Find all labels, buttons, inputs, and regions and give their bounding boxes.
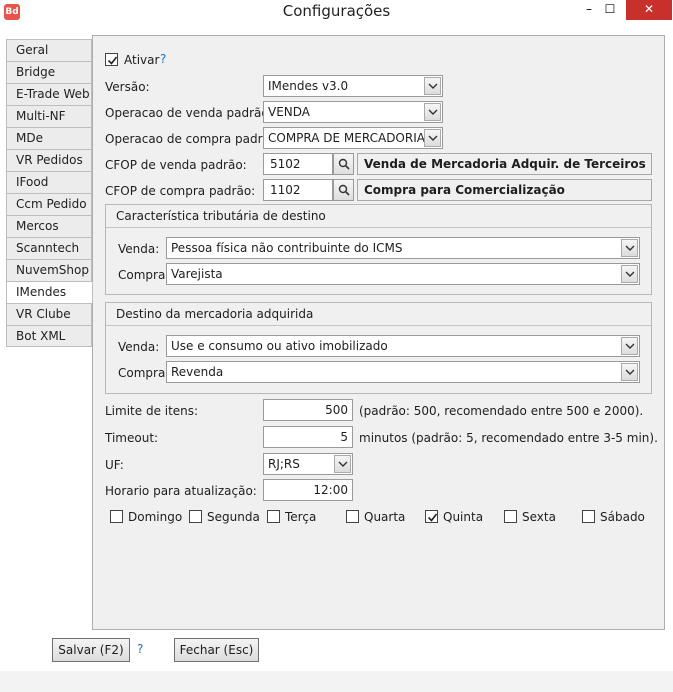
limite-hint: (padrão: 500, recomendado entre 500 e 20…	[359, 404, 644, 418]
checkmark-icon	[427, 513, 438, 522]
versao-select[interactable]: IMendes v3.0	[263, 75, 443, 97]
settings-panel: Ativar ? Versão: IMendes v3.0 Operacao d…	[92, 35, 665, 630]
tributaria-venda-value: Pessoa física não contribuinte do ICMS	[171, 241, 403, 255]
tab-list: Geral Bridge E-Trade Web Multi-NF MDe VR…	[6, 39, 93, 347]
sabado-checkbox[interactable]	[582, 510, 595, 523]
search-icon	[338, 184, 350, 196]
op-venda-label: Operacao de venda padrão:	[105, 106, 273, 120]
bottom-strip	[0, 671, 673, 692]
chevron-down-icon	[621, 363, 638, 381]
ativar-help-link[interactable]: ?	[160, 52, 166, 66]
domingo-checkbox[interactable]	[110, 510, 123, 523]
quinta-label: Quinta	[443, 510, 484, 524]
tab-geral[interactable]: Geral	[6, 39, 92, 61]
timeout-input[interactable]: 5	[263, 426, 353, 448]
quinta-checkbox[interactable]	[425, 510, 438, 523]
tab-bridge[interactable]: Bridge	[6, 61, 92, 83]
versao-label: Versão:	[105, 80, 150, 94]
cfop-venda-description: Venda de Mercadoria Adquir. de Terceiros	[357, 153, 652, 175]
checkmark-icon	[107, 56, 118, 65]
sexta-label: Sexta	[522, 510, 556, 524]
tab-etrade-web[interactable]: E-Trade Web	[6, 83, 92, 105]
destino-compra-select[interactable]: Revenda	[166, 361, 640, 383]
save-button[interactable]: Salvar (F2)	[52, 638, 130, 662]
tab-vr-pedidos[interactable]: VR Pedidos	[6, 149, 92, 171]
window-title: Configurações	[282, 2, 391, 20]
tributaria-compra-value: Varejista	[171, 267, 223, 281]
tributaria-group-title: Característica tributária de destino	[106, 205, 651, 228]
segunda-label: Segunda	[207, 510, 260, 524]
title-bar: Bd Configurações – ☐ ✕	[0, 0, 673, 26]
tributaria-compra-select[interactable]: Varejista	[166, 263, 640, 285]
uf-label: UF:	[105, 458, 124, 472]
cfop-venda-label: CFOP de venda padrão:	[105, 158, 247, 172]
tab-nuvemshop[interactable]: NuvemShop	[6, 259, 92, 281]
timeout-hint: minutos (padrão: 5, recomendado entre 3-…	[359, 431, 658, 445]
destino-venda-select[interactable]: Use e consumo ou ativo imobilizado	[166, 335, 640, 357]
horario-label: Horario para atualização:	[105, 484, 257, 498]
tab-mde[interactable]: MDe	[6, 127, 92, 149]
op-compra-label: Operacao de compra padrão:	[105, 132, 282, 146]
limite-label: Limite de itens:	[105, 404, 199, 418]
ativar-checkbox[interactable]	[105, 53, 118, 66]
ativar-label: Ativar	[124, 53, 160, 67]
save-help-link[interactable]: ?	[137, 642, 143, 656]
domingo-label: Domingo	[128, 510, 183, 524]
quarta-label: Quarta	[364, 510, 406, 524]
op-compra-select[interactable]: COMPRA DE MERCADORIA	[263, 127, 443, 149]
chevron-down-icon	[424, 129, 441, 147]
quarta-checkbox[interactable]	[346, 510, 359, 523]
terca-checkbox[interactable]	[267, 510, 280, 523]
destino-venda-value: Use e consumo ou ativo imobilizado	[171, 339, 388, 353]
segunda-checkbox[interactable]	[189, 510, 202, 523]
tab-multi-nf[interactable]: Multi-NF	[6, 105, 92, 127]
tributaria-group: Característica tributária de destino Ven…	[105, 204, 652, 295]
minimize-button[interactable]: –	[580, 0, 598, 20]
chevron-down-icon	[334, 455, 351, 473]
horario-input[interactable]: 12:00	[263, 479, 353, 501]
uf-select[interactable]: RJ;RS	[263, 453, 353, 475]
search-icon	[338, 158, 350, 170]
cfop-venda-input[interactable]: 5102	[263, 153, 333, 175]
destino-group-title: Destino da mercadoria adquirida	[106, 303, 651, 326]
terca-label: Terça	[285, 510, 317, 524]
tributaria-venda-label: Venda:	[118, 242, 160, 256]
chevron-down-icon	[424, 103, 441, 121]
tab-ccm-pedido[interactable]: Ccm Pedido	[6, 193, 92, 215]
destino-venda-label: Venda:	[118, 340, 160, 354]
cfop-compra-description: Compra para Comercialização	[357, 179, 652, 201]
op-venda-value: VENDA	[268, 105, 311, 119]
close-button[interactable]: ✕	[626, 0, 672, 20]
tab-mercos[interactable]: Mercos	[6, 215, 92, 237]
op-compra-value: COMPRA DE MERCADORIA	[268, 131, 425, 145]
chevron-down-icon	[621, 265, 638, 283]
tab-vr-clube[interactable]: VR Clube	[6, 303, 92, 325]
tributaria-compra-label: Compra:	[118, 268, 170, 282]
sabado-label: Sábado	[600, 510, 645, 524]
tab-bot-xml[interactable]: Bot XML	[6, 325, 92, 347]
destino-group: Destino da mercadoria adquirida Venda: U…	[105, 302, 652, 394]
chevron-down-icon	[621, 337, 638, 355]
uf-value: RJ;RS	[268, 457, 300, 471]
versao-value: IMendes v3.0	[268, 79, 349, 93]
op-venda-select[interactable]: VENDA	[263, 101, 443, 123]
sexta-checkbox[interactable]	[504, 510, 517, 523]
tributaria-venda-select[interactable]: Pessoa física não contribuinte do ICMS	[166, 237, 640, 259]
chevron-down-icon	[424, 77, 441, 95]
timeout-label: Timeout:	[105, 431, 159, 445]
destino-compra-label: Compra:	[118, 366, 170, 380]
close-dialog-button[interactable]: Fechar (Esc)	[174, 638, 259, 662]
limite-input[interactable]: 500	[263, 399, 353, 421]
tab-imendes[interactable]: IMendes	[6, 281, 93, 303]
cfop-compra-search-button[interactable]	[333, 179, 354, 201]
destino-compra-value: Revenda	[171, 365, 224, 379]
cfop-venda-search-button[interactable]	[333, 153, 354, 175]
tab-scanntech[interactable]: Scanntech	[6, 237, 92, 259]
maximize-button[interactable]: ☐	[600, 0, 620, 20]
cfop-compra-input[interactable]: 1102	[263, 179, 333, 201]
cfop-compra-label: CFOP de compra padrão:	[105, 184, 256, 198]
tab-ifood[interactable]: IFood	[6, 171, 92, 193]
chevron-down-icon	[621, 239, 638, 257]
